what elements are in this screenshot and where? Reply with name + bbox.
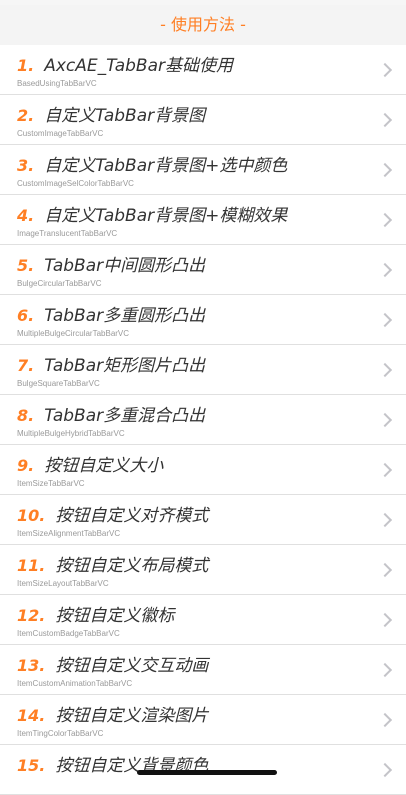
list-item-title-line: 2. 自定义TabBar背景图 (17, 105, 205, 127)
list-item-number: 12. (17, 606, 46, 625)
list-item-title: TabBar中间圆形凸出 (44, 256, 206, 276)
list-item-title: 自定义TabBar背景图 (44, 106, 206, 126)
list-item-subtitle: MultipleBulgeCircularTabBarVC (17, 329, 130, 338)
list-item-title-line: 13. 按钮自定义交互动画 (17, 655, 208, 677)
list-item-number: 4. (17, 206, 35, 225)
list-item-number: 15. (17, 756, 46, 775)
list-item-subtitle: ItemSizeTabBarVC (17, 479, 85, 488)
list-item[interactable]: 13. 按钮自定义交互动画 ItemCustomAnimationTabBarVC (0, 645, 406, 695)
chevron-right-icon (377, 562, 393, 577)
list-item-number: 11. (17, 556, 46, 575)
list-item[interactable]: 8. TabBar多重混合凸出 MultipleBulgeHybridTabBarV… (0, 395, 406, 445)
list-item[interactable]: 1. AxcAE_TabBar基础使用 BasedUsingTabBarVC (0, 45, 406, 95)
list-item-subtitle: ItemCustomAnimationTabBarVC (17, 679, 133, 688)
chevron-right-icon (377, 612, 393, 627)
chevron-right-icon (377, 212, 393, 227)
list-item[interactable]: 5. TabBar中间圆形凸出 BulgeCircularTabBarVC (0, 245, 406, 295)
list-item-title: 按钮自定义大小 (44, 456, 164, 476)
list-item-title: 按钮自定义布局模式 (55, 556, 209, 576)
list-item[interactable]: 10. 按钮自定义对齐模式 ItemSizeAlignmentTabBarVC (0, 495, 406, 545)
list-item-title-line: 11. 按钮自定义布局模式 (17, 555, 208, 577)
list-item-subtitle: ItemCustomBadgeTabBarVC (17, 629, 120, 638)
list-item-number: 10. (17, 506, 46, 525)
list-item-title-line: 4. 自定义TabBar背景图+模糊效果 (17, 205, 287, 227)
list-item-title: AxcAE_TabBar基础使用 (44, 56, 234, 76)
chevron-right-icon (377, 462, 393, 477)
list-item-number: 14. (17, 706, 46, 725)
chevron-right-icon (377, 762, 393, 777)
list-item-title: 按钮自定义对齐模式 (55, 506, 209, 526)
example-list: 1. AxcAE_TabBar基础使用 BasedUsingTabBarVC 2. 自定… (0, 45, 406, 795)
list-item-number: 3. (17, 156, 35, 175)
list-item-title-line: 5. TabBar中间圆形凸出 (17, 255, 205, 277)
list-item-title: TabBar矩形图片凸出 (44, 356, 206, 376)
list-item-title: TabBar多重混合凸出 (44, 406, 206, 426)
list-item-title: 自定义TabBar背景图+选中颜色 (44, 156, 288, 176)
list-item-subtitle: ImageTranslucentTabBarVC (17, 229, 118, 238)
chevron-right-icon (377, 712, 393, 727)
list-item-number: 2. (17, 106, 35, 125)
chevron-right-icon (377, 512, 393, 527)
list-item-title: 按钮自定义徽标 (55, 606, 175, 626)
list-item-title-line: 9. 按钮自定义大小 (17, 455, 163, 477)
list-item-number: 5. (17, 256, 35, 275)
list-item-number: 9. (17, 456, 35, 475)
home-indicator (137, 770, 277, 775)
list-item-subtitle: CustomImageSelColorTabBarVC (17, 179, 134, 188)
chevron-right-icon (377, 412, 393, 427)
list-item-subtitle: ItemSizeAlignmentTabBarVC (17, 529, 121, 538)
chevron-right-icon (377, 112, 393, 127)
list-item[interactable]: 11. 按钮自定义布局模式 ItemSizeLayoutTabBarVC (0, 545, 406, 595)
list-item-subtitle: BulgeCircularTabBarVC (17, 279, 102, 288)
chevron-right-icon (377, 162, 393, 177)
list-item-number: 7. (17, 356, 35, 375)
list-item-title-line: 8. TabBar多重混合凸出 (17, 405, 205, 427)
list-item-title: 按钮自定义交互动画 (55, 656, 209, 676)
list-item-number: 6. (17, 306, 35, 325)
list-item-title-line: 14. 按钮自定义渲染图片 (17, 705, 208, 727)
section-header: - 使用方法 - (0, 5, 406, 45)
list-item-title-line: 7. TabBar矩形图片凸出 (17, 355, 205, 377)
list-item[interactable]: 3. 自定义TabBar背景图+选中颜色 CustomImageSelColorTa… (0, 145, 406, 195)
list-item-title-line: 12. 按钮自定义徽标 (17, 605, 174, 627)
list-item-subtitle: ItemSizeLayoutTabBarVC (17, 579, 109, 588)
list-item-subtitle: CustomImageTabBarVC (17, 129, 104, 138)
list-item[interactable]: 9. 按钮自定义大小 ItemSizeTabBarVC (0, 445, 406, 495)
list-item[interactable]: 7. TabBar矩形图片凸出 BulgeSquareTabBarVC (0, 345, 406, 395)
list-item-title-line: 10. 按钮自定义对齐模式 (17, 505, 208, 527)
list-item[interactable]: 14. 按钮自定义渲染图片 ItemTingColorTabBarVC (0, 695, 406, 745)
list-item-number: 13. (17, 656, 46, 675)
list-item-subtitle: BasedUsingTabBarVC (17, 79, 97, 88)
list-item-title-line: 3. 自定义TabBar背景图+选中颜色 (17, 155, 287, 177)
list-item-title-line: 1. AxcAE_TabBar基础使用 (17, 55, 233, 77)
list-item[interactable]: 6. TabBar多重圆形凸出 MultipleBulgeCircularTabBa… (0, 295, 406, 345)
chevron-right-icon (377, 662, 393, 677)
list-item-number: 1. (17, 56, 35, 75)
list-item-subtitle: ItemTingColorTabBarVC (17, 729, 104, 738)
list-item-title-line: 6. TabBar多重圆形凸出 (17, 305, 205, 327)
list-item-title: 按钮自定义渲染图片 (55, 706, 209, 726)
list-item-subtitle: BulgeSquareTabBarVC (17, 379, 100, 388)
list-item[interactable]: 12. 按钮自定义徽标 ItemCustomBadgeTabBarVC (0, 595, 406, 645)
list-item-title: 自定义TabBar背景图+模糊效果 (44, 206, 288, 226)
chevron-right-icon (377, 262, 393, 277)
chevron-right-icon (377, 362, 393, 377)
list-item-number: 8. (17, 406, 35, 425)
list-item[interactable]: 2. 自定义TabBar背景图 CustomImageTabBarVC (0, 95, 406, 145)
list-item-subtitle: MultipleBulgeHybridTabBarVC (17, 429, 125, 438)
chevron-right-icon (377, 312, 393, 327)
chevron-right-icon (377, 62, 393, 77)
list-item[interactable]: 4. 自定义TabBar背景图+模糊效果 ImageTranslucentTabBa… (0, 195, 406, 245)
list-item-title: TabBar多重圆形凸出 (44, 306, 206, 326)
